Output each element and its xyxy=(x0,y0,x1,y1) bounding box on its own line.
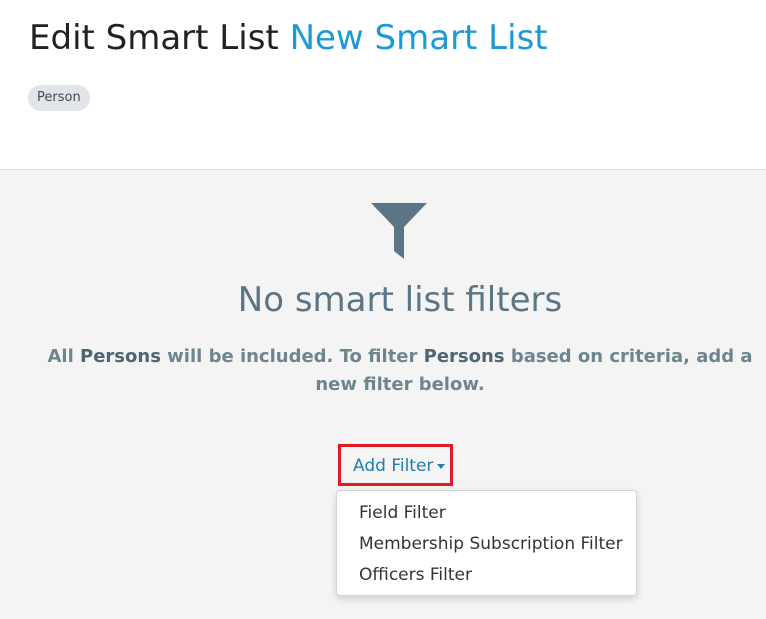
add-filter-button[interactable]: Add Filter xyxy=(353,456,446,476)
empty-state-title: No smart list filters xyxy=(237,280,563,320)
entity-type-badge: Person xyxy=(28,85,90,111)
menu-item-officers-filter[interactable]: Officers Filter xyxy=(337,560,636,591)
desc-entity-2: Persons xyxy=(423,346,505,367)
funnel-icon xyxy=(371,203,427,259)
smart-list-name-link[interactable]: New Smart List xyxy=(290,18,548,58)
empty-state-description: All Persons will be included. To filter … xyxy=(40,343,760,399)
page-title: Edit Smart List New Smart List xyxy=(29,16,548,60)
add-filter-dropdown-menu: Field Filter Membership Subscription Fil… xyxy=(336,490,637,596)
caret-down-icon xyxy=(437,463,446,469)
desc-text-2: will be included. To filter xyxy=(160,346,424,367)
page-header: Edit Smart List New Smart List Person xyxy=(0,0,766,170)
desc-text-1: All xyxy=(47,346,81,367)
desc-entity-1: Persons xyxy=(80,346,161,367)
filters-panel: No smart list filters All Persons will b… xyxy=(0,170,766,619)
menu-item-membership-subscription-filter[interactable]: Membership Subscription Filter xyxy=(337,529,636,560)
add-filter-label: Add Filter xyxy=(353,456,434,476)
page-title-prefix: Edit Smart List xyxy=(29,18,279,58)
menu-item-field-filter[interactable]: Field Filter xyxy=(337,498,636,529)
